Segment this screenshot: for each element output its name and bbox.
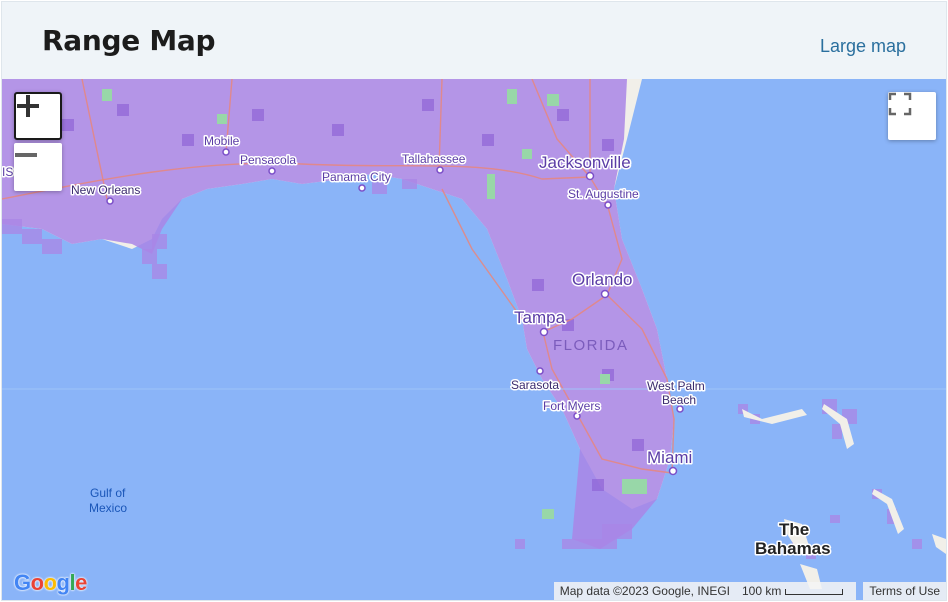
logo-letter: o — [30, 570, 44, 595]
label-fort-myers: Fort Myers — [543, 399, 600, 413]
large-map-link[interactable]: Large map — [820, 36, 906, 57]
label-gulf-of: Gulf of — [90, 486, 126, 500]
bahamas-islands — [742, 404, 946, 589]
label-miami: Miami — [647, 448, 692, 467]
card-header: Range Map Large map — [2, 2, 946, 79]
scale-control[interactable]: 100 km — [736, 582, 856, 600]
label-orlando: Orlando — [572, 270, 632, 289]
google-logo: Google — [14, 570, 87, 596]
label-bahamas: Bahamas — [755, 539, 831, 558]
label-west-palm: West Palm — [647, 379, 705, 393]
range-overlay — [2, 79, 674, 549]
label-tallahassee: Tallahassee — [402, 152, 466, 166]
label-mexico: Mexico — [89, 501, 127, 515]
zoom-out-button[interactable] — [14, 143, 62, 191]
label-jacksonville: Jacksonville — [539, 153, 631, 172]
label-pensacola: Pensacola — [240, 153, 296, 167]
label-beach: Beach — [662, 393, 696, 407]
zoom-in-button[interactable] — [14, 92, 62, 140]
logo-letter: o — [43, 570, 57, 595]
fullscreen-button[interactable] — [888, 92, 936, 140]
label-florida: FLORIDA — [553, 337, 629, 354]
scale-label: 100 km — [742, 584, 782, 598]
label-tampa: Tampa — [514, 308, 566, 327]
map-data-attribution[interactable]: Map data ©2023 Google, INEGI — [553, 582, 736, 600]
label-st-augustine: St. Augustine — [568, 187, 639, 201]
label-the: The — [779, 520, 809, 539]
range-map-card: Range Map Large map Jacksonville St. Aug… — [1, 1, 947, 601]
plus-icon — [17, 95, 39, 117]
label-sarasota: Sarasota — [511, 378, 559, 392]
minus-icon — [15, 153, 37, 157]
scale-bar — [785, 589, 844, 595]
label-edge: IS — [2, 165, 13, 179]
fullscreen-icon — [888, 92, 912, 116]
label-panama-city: Panama City — [322, 170, 391, 184]
page-title: Range Map — [42, 24, 216, 57]
logo-letter: g — [56, 570, 70, 595]
logo-letter: G — [14, 570, 31, 595]
logo-letter: e — [75, 570, 87, 595]
label-new-orleans: New Orleans — [71, 183, 140, 197]
label-mobile: Mobile — [204, 134, 240, 148]
terms-of-use-link[interactable]: Terms of Use — [863, 582, 946, 600]
map-viewport[interactable]: Jacksonville St. Augustine Tallahassee M… — [2, 79, 946, 600]
map-canvas[interactable]: Jacksonville St. Augustine Tallahassee M… — [2, 79, 946, 600]
